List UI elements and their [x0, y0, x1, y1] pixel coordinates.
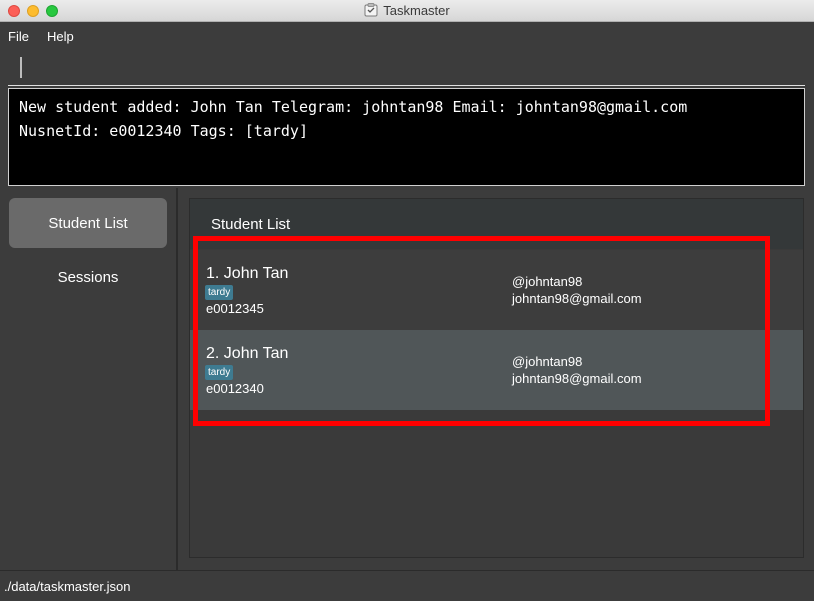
student-nusnet-id: e0012345 — [206, 301, 264, 316]
student-name: 2. John Tan — [206, 345, 289, 362]
command-input-underline — [8, 85, 805, 86]
panel-header: Student List — [190, 199, 803, 249]
title-bar: Taskmaster — [0, 0, 814, 22]
sidebar-item-sessions[interactable]: Sessions — [9, 252, 167, 302]
command-input[interactable] — [8, 52, 805, 84]
tag-badge: tardy — [205, 285, 234, 300]
status-bar: ./data/taskmaster.json — [0, 570, 814, 601]
menu-bar: File Help — [0, 22, 814, 50]
student-telegram: @johntan98 — [512, 354, 583, 369]
student-email: johntan98@gmail.com — [512, 291, 642, 306]
result-line: NusnetId: e0012340 Tags: [tardy] — [19, 122, 308, 140]
menu-file[interactable]: File — [8, 29, 29, 44]
sidebar-item-label: Sessions — [57, 268, 119, 286]
student-name: 1. John Tan — [206, 265, 289, 282]
menu-help[interactable]: Help — [47, 29, 74, 44]
sidebar-item-student-list[interactable]: Student List — [9, 198, 167, 248]
student-card[interactable]: 2. John Tan tardy e0012340 @johntan98 jo… — [190, 330, 803, 410]
sidebar-item-label: Student List — [48, 214, 128, 232]
student-email: johntan98@gmail.com — [512, 371, 642, 386]
window-title: Taskmaster — [383, 3, 450, 18]
data-file-path: ./data/taskmaster.json — [4, 579, 131, 594]
student-card[interactable]: 1. John Tan tardy e0012345 @johntan98 jo… — [190, 250, 803, 330]
result-display: New student added: John Tan Telegram: jo… — [8, 88, 805, 186]
student-telegram: @johntan98 — [512, 274, 583, 289]
student-list-panel: Student List 1. John Tan tardy e0012345 … — [189, 198, 804, 558]
tag-badge: tardy — [205, 365, 234, 380]
sidebar: Student List Sessions — [0, 188, 178, 570]
student-nusnet-id: e0012340 — [206, 381, 264, 396]
panel-title: Student List — [211, 216, 291, 233]
text-caret — [20, 57, 22, 78]
result-line: New student added: John Tan Telegram: jo… — [19, 98, 688, 116]
taskmaster-app-icon — [364, 3, 378, 17]
window-title-group: Taskmaster — [0, 3, 814, 18]
